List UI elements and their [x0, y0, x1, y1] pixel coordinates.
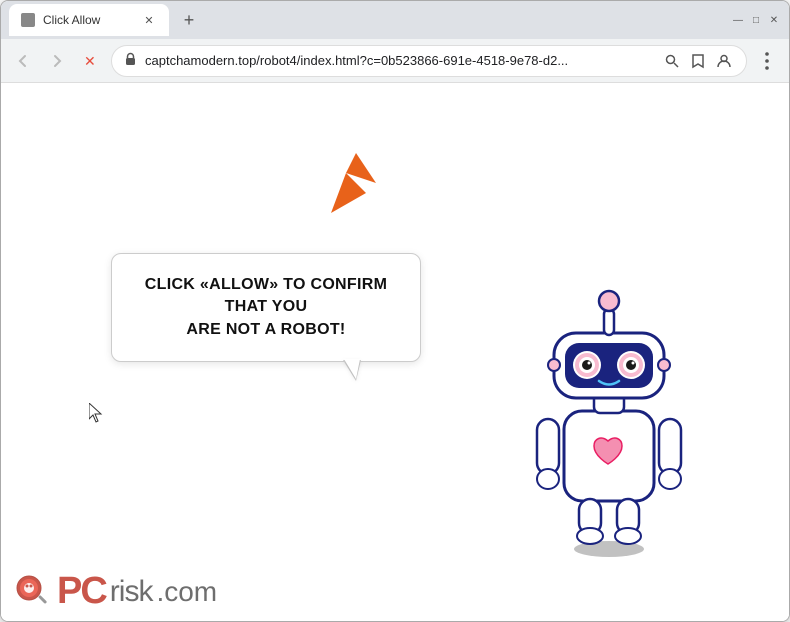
back-button[interactable]	[9, 47, 37, 75]
pcrisk-logo: PCrisk.com	[57, 570, 217, 613]
nav-bar: ✕ captchamodern.top/robot4/index.html?c=…	[1, 39, 789, 83]
watermark: PCrisk.com	[1, 562, 229, 621]
profile-icon[interactable]	[714, 51, 734, 71]
mouse-cursor	[89, 403, 105, 429]
address-bar[interactable]: captchamodern.top/robot4/index.html?c=0b…	[111, 45, 747, 77]
svg-text:✕: ✕	[84, 53, 96, 69]
title-bar: ⚠ Click Allow ✕ + — □ ✕	[1, 1, 789, 39]
robot-illustration	[509, 281, 709, 541]
maximize-button[interactable]: □	[749, 13, 763, 27]
forward-button[interactable]	[43, 47, 71, 75]
reload-button[interactable]: ✕	[77, 47, 105, 75]
browser-tab[interactable]: ⚠ Click Allow ✕	[9, 4, 169, 36]
page-content: CLICK «ALLOW» TO CONFIRM THAT YOU ARE NO…	[1, 83, 789, 621]
tab-title: Click Allow	[43, 13, 133, 27]
address-text: captchamodern.top/robot4/index.html?c=0b…	[145, 53, 654, 68]
browser-menu-button[interactable]	[753, 47, 781, 75]
bookmark-icon[interactable]	[688, 51, 708, 71]
tab-favicon: ⚠	[21, 13, 35, 27]
lock-icon	[124, 52, 137, 69]
browser-window: ⚠ Click Allow ✕ + — □ ✕ ✕	[0, 0, 790, 622]
captcha-speech-bubble: CLICK «ALLOW» TO CONFIRM THAT YOU ARE NO…	[111, 253, 421, 362]
tab-close-button[interactable]: ✕	[141, 12, 157, 28]
new-tab-button[interactable]: +	[175, 6, 203, 34]
risk-text: risk	[110, 575, 153, 609]
window-controls: — □ ✕	[731, 13, 781, 27]
pcrisk-icon	[13, 572, 53, 612]
svg-text:⚠: ⚠	[22, 15, 32, 27]
minimize-button[interactable]: —	[731, 13, 745, 27]
search-address-icon[interactable]	[662, 51, 682, 71]
close-button[interactable]: ✕	[767, 13, 781, 27]
captcha-message: CLICK «ALLOW» TO CONFIRM THAT YOU ARE NO…	[140, 274, 392, 341]
dotcom-text: .com	[156, 576, 217, 608]
address-icons	[662, 51, 734, 71]
pc-text: PC	[57, 570, 106, 613]
